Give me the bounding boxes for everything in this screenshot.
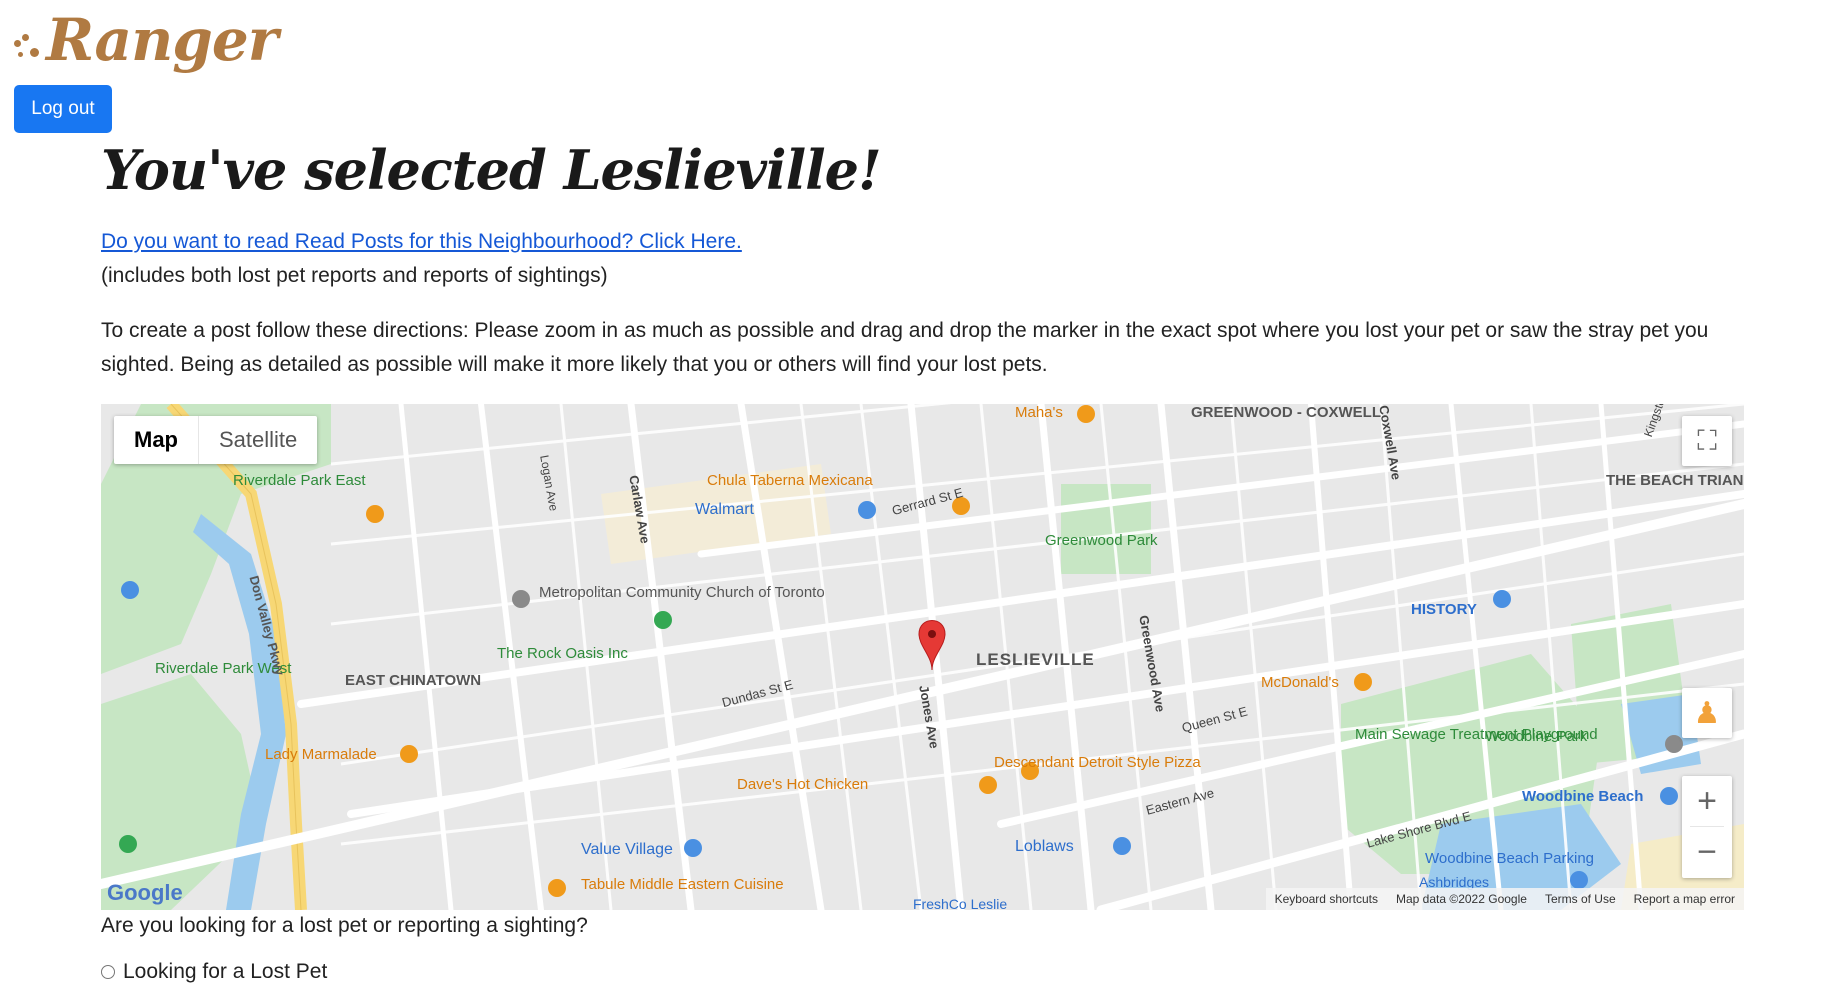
map-place-label: FreshCo Leslie [913, 896, 1008, 910]
map-type-satellite-button[interactable]: Satellite [198, 416, 317, 464]
neighbourhood-label: LESLIEVILLE [976, 650, 1095, 669]
map-place-label: Descendant Detroit Style Pizza [994, 754, 1201, 771]
location-marker-icon [918, 620, 946, 671]
option-lost-pet[interactable]: Looking for a Lost Pet [101, 960, 327, 984]
keyboard-shortcuts-link[interactable]: Keyboard shortcuts [1266, 892, 1387, 906]
area-label: EAST CHINATOWN [345, 672, 482, 689]
map-place-label: Woodbine Beach [1522, 788, 1644, 805]
report-map-error-link[interactable]: Report a map error [1625, 892, 1744, 906]
map-place-label: Woodbine Beach Parking [1425, 850, 1594, 867]
lost-pet-radio[interactable] [101, 965, 115, 979]
map-place-label: Woodbine Park [1485, 728, 1588, 745]
map-place-label: Value Village [581, 841, 673, 858]
map-place-label: Chula Taberna Mexicana [707, 472, 873, 489]
map-type-control: Map Satellite [114, 416, 318, 464]
area-label: THE BEACH TRIANGLE [1606, 472, 1744, 489]
read-posts-link[interactable]: Do you want to read Read Posts for this … [101, 230, 742, 254]
lost-pet-label: Looking for a Lost Pet [123, 960, 328, 983]
terms-of-use-link[interactable]: Terms of Use [1536, 892, 1625, 906]
map[interactable]: LESLIEVILLE GREENWOOD - COXWELL THE BEAC… [101, 404, 1744, 910]
map-attribution: Keyboard shortcuts Map data ©2022 Google… [1265, 888, 1744, 910]
pegman-icon[interactable]: ♟ [1682, 688, 1732, 738]
map-place-label: Dave's Hot Chicken [737, 776, 869, 793]
map-place-label: The Rock Oasis Inc [497, 645, 628, 662]
map-place-label: Riverdale Park East [233, 472, 366, 489]
posts-note: (includes both lost pet reports and repo… [101, 264, 608, 287]
map-place-label: Metropolitan Community Church of Toronto [539, 584, 825, 601]
directions-text: To create a post follow these directions… [101, 319, 1709, 376]
map-place-label: Tabule Middle Eastern Cuisine [581, 876, 784, 893]
map-place-label: Lady Marmalade [265, 746, 377, 763]
report-type-question: Are you looking for a lost pet or report… [101, 914, 588, 937]
logout-button[interactable]: Log out [14, 85, 112, 133]
area-label: GREENWOOD - COXWELL [1191, 404, 1381, 421]
google-logo: Google [107, 880, 183, 905]
zoom-out-button[interactable]: − [1682, 827, 1732, 877]
brand-logo: Ranger [12, 4, 278, 76]
map-type-map-button[interactable]: Map [114, 416, 198, 464]
paw-icon [12, 20, 42, 60]
map-place-label: HISTORY [1411, 601, 1477, 618]
page-title: You've selected Leslieville! [101, 138, 882, 202]
map-place-label: McDonald's [1261, 674, 1339, 691]
map-place-label: Walmart [695, 501, 754, 518]
zoom-in-button[interactable]: + [1682, 776, 1732, 826]
brand-name: Ranger [46, 6, 278, 74]
zoom-control: + − [1682, 776, 1732, 878]
fullscreen-icon[interactable]: ⛶ [1682, 416, 1732, 466]
map-data-text: Map data ©2022 Google [1396, 892, 1527, 906]
map-place-label: Maha's [1015, 404, 1063, 421]
map-place-label: Greenwood Park [1045, 532, 1158, 549]
map-place-label: Loblaws [1015, 838, 1074, 855]
